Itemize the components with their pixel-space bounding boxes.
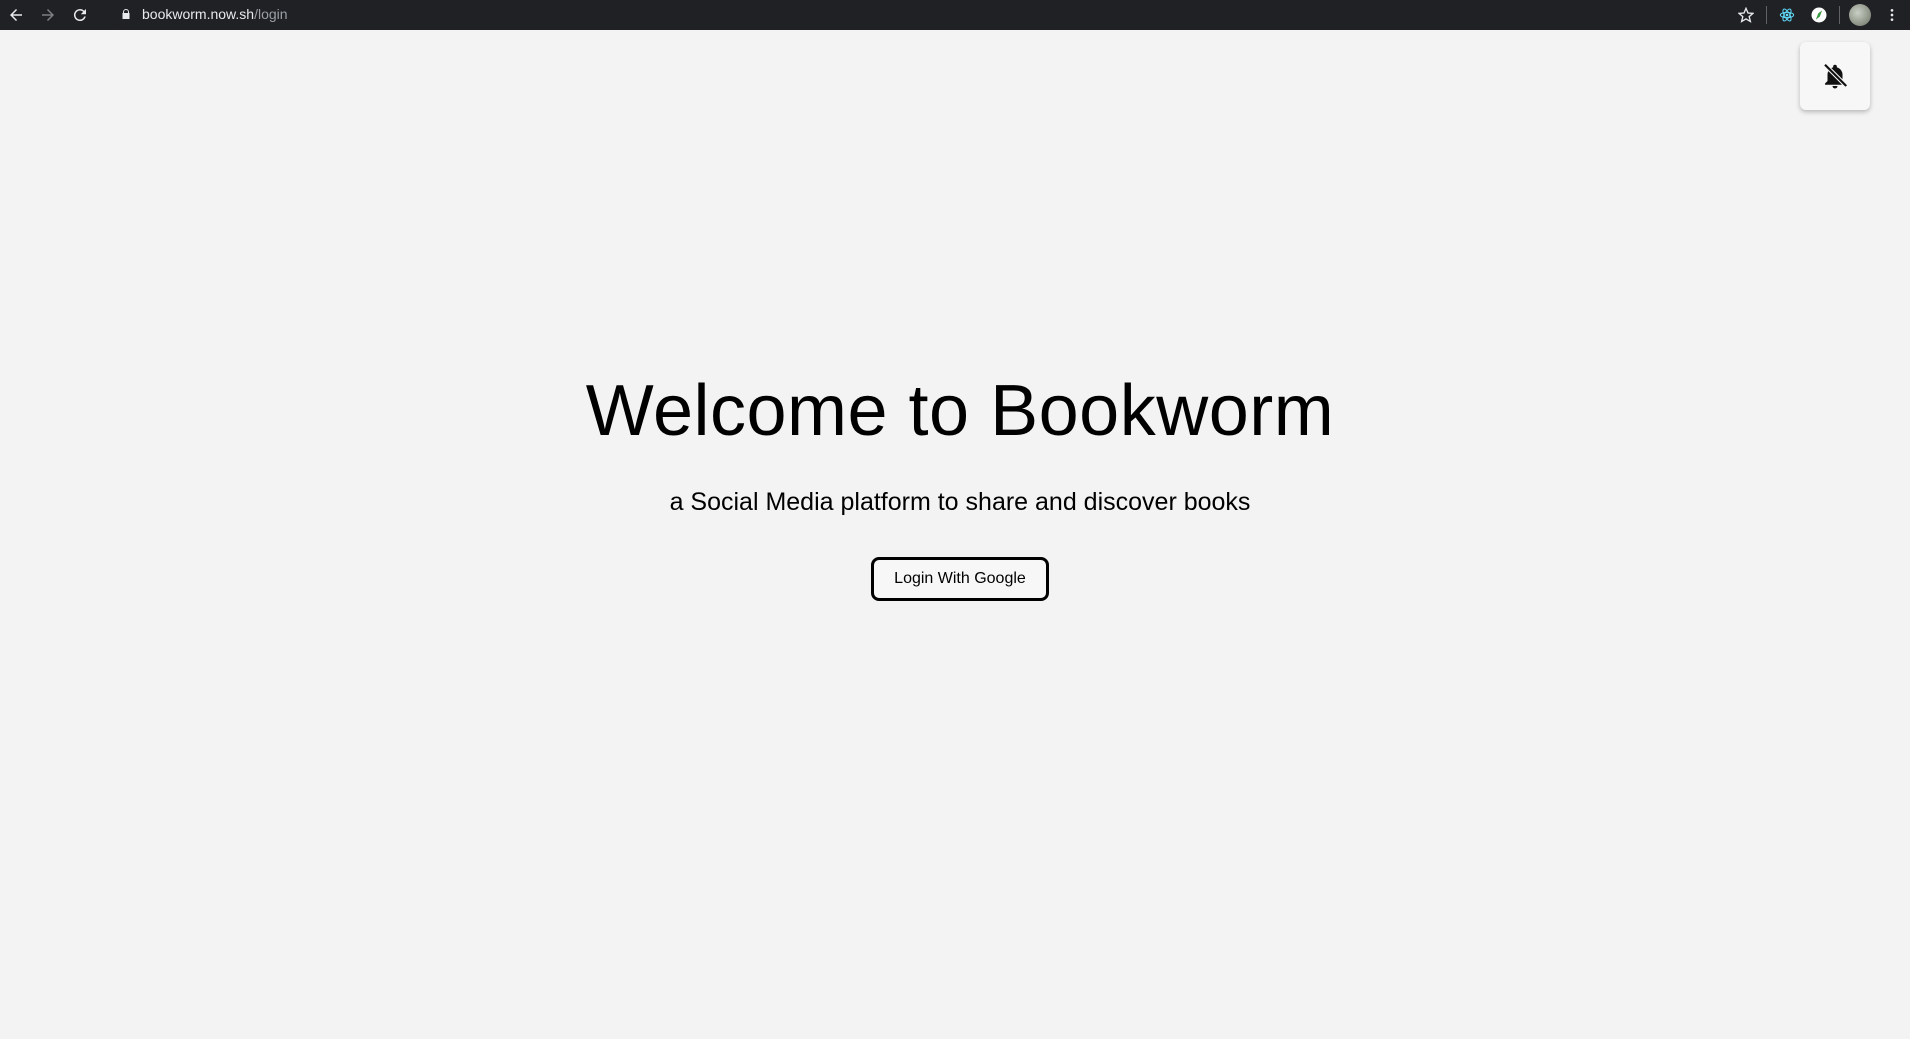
react-devtools-icon[interactable] xyxy=(1775,3,1799,27)
hero-section: Welcome to Bookworm a Social Media platf… xyxy=(0,370,1910,601)
toolbar-divider xyxy=(1766,6,1767,24)
url-text: bookworm.now.sh/login xyxy=(142,6,288,22)
toolbar-divider-2 xyxy=(1839,6,1840,24)
compass-extension-icon[interactable] xyxy=(1807,3,1831,27)
login-page: Welcome to Bookworm a Social Media platf… xyxy=(0,30,1910,1039)
notifications-toggle-button[interactable] xyxy=(1800,42,1870,110)
login-with-google-button[interactable]: Login With Google xyxy=(871,557,1049,601)
page-subtitle: a Social Media platform to share and dis… xyxy=(669,488,1251,516)
avatar xyxy=(1849,4,1871,26)
back-button[interactable] xyxy=(0,0,32,30)
profile-avatar[interactable] xyxy=(1848,3,1872,27)
browser-toolbar: bookworm.now.sh/login xyxy=(0,0,1910,30)
forward-button[interactable] xyxy=(32,0,64,30)
arrow-right-icon xyxy=(42,9,54,21)
reload-button[interactable] xyxy=(64,0,96,30)
url-path: /login xyxy=(254,6,288,22)
address-bar[interactable]: bookworm.now.sh/login xyxy=(110,2,1765,26)
lock-icon xyxy=(116,8,136,20)
star-icon[interactable] xyxy=(1734,3,1758,27)
url-host: bookworm.now.sh xyxy=(142,6,255,22)
toolbar-actions xyxy=(1734,0,1910,30)
kebab-menu-icon[interactable] xyxy=(1880,3,1904,27)
arrow-left-icon xyxy=(10,9,22,21)
reload-icon xyxy=(73,9,86,22)
bell-off-icon xyxy=(1823,63,1848,89)
page-title: Welcome to Bookworm xyxy=(585,371,1335,451)
